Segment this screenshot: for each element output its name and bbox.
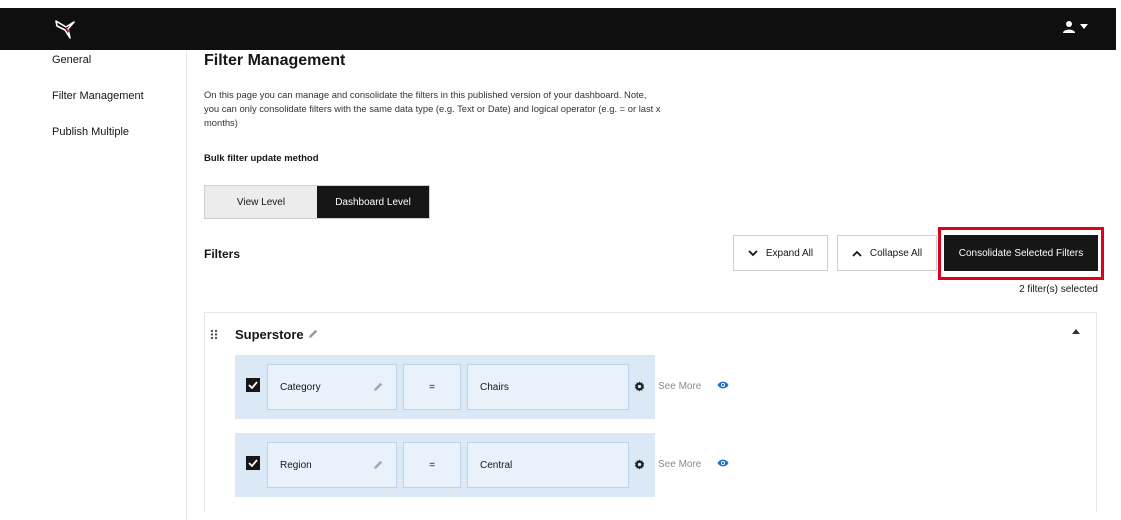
see-more-link[interactable]: See More — [658, 381, 701, 392]
pencil-icon[interactable] — [372, 381, 384, 393]
caret-down-icon — [1080, 24, 1088, 29]
gear-icon[interactable] — [634, 381, 645, 392]
selected-count: 2 filter(s) selected — [1019, 284, 1098, 295]
hummingbird-logo-icon[interactable] — [54, 18, 76, 40]
dashboard-level-button[interactable]: Dashboard Level — [317, 186, 429, 218]
view-level-button[interactable]: View Level — [205, 186, 317, 218]
filters-heading: Filters — [204, 247, 241, 261]
filter-operator[interactable]: = — [403, 442, 461, 488]
eye-icon[interactable] — [717, 380, 729, 390]
highlight-box — [938, 227, 1104, 280]
page-description: On this page you can manage and consolid… — [204, 89, 661, 128]
filter-field-name[interactable]: Region — [267, 442, 397, 488]
filter-value[interactable]: Chairs — [467, 364, 629, 410]
filter-checkbox[interactable] — [246, 378, 260, 392]
checkmark-icon — [248, 381, 258, 389]
page-title: Filter Management — [204, 52, 346, 69]
checkmark-icon — [248, 459, 258, 467]
user-icon — [1063, 21, 1075, 33]
collapse-all-label: Collapse All — [869, 247, 923, 259]
filter-value[interactable]: Central — [467, 442, 629, 488]
sidebar-item-publish-multiple[interactable]: Publish Multiple — [52, 126, 129, 138]
app-window: General Filter Management Publish Multip… — [0, 0, 1121, 520]
level-toggle: View Level Dashboard Level — [204, 185, 430, 219]
eye-icon[interactable] — [717, 458, 729, 468]
filter-row: Region = Central — [235, 433, 655, 497]
filter-field-name[interactable]: Category — [267, 364, 397, 410]
collapse-all-button[interactable]: Collapse All — [837, 235, 937, 271]
sidebar-item-general[interactable]: General — [52, 54, 91, 66]
filter-group: Superstore Category = Chairs See More Re… — [204, 312, 1097, 512]
group-name: Superstore — [235, 327, 304, 342]
chevron-down-icon — [748, 249, 758, 256]
user-menu[interactable] — [1062, 20, 1088, 34]
collapse-caret-icon[interactable] — [1072, 329, 1080, 335]
pencil-icon[interactable] — [307, 328, 319, 340]
pencil-icon[interactable] — [372, 459, 384, 471]
chevron-up-icon — [852, 250, 862, 257]
expand-all-label: Expand All — [765, 247, 814, 259]
drag-handle-icon[interactable] — [210, 329, 218, 340]
expand-all-button[interactable]: Expand All — [733, 235, 828, 271]
gear-icon[interactable] — [634, 459, 645, 470]
filter-operator[interactable]: = — [403, 364, 461, 410]
filter-checkbox[interactable] — [246, 456, 260, 470]
filter-row: Category = Chairs — [235, 355, 655, 419]
filter-field-label: Category — [280, 381, 321, 393]
sidebar: General Filter Management Publish Multip… — [0, 50, 187, 520]
filter-field-label: Region — [280, 459, 312, 471]
sidebar-item-filter-management[interactable]: Filter Management — [52, 90, 144, 102]
bulk-filter-label: Bulk filter update method — [204, 153, 319, 164]
top-nav-bar — [0, 8, 1116, 50]
see-more-link[interactable]: See More — [658, 459, 701, 470]
